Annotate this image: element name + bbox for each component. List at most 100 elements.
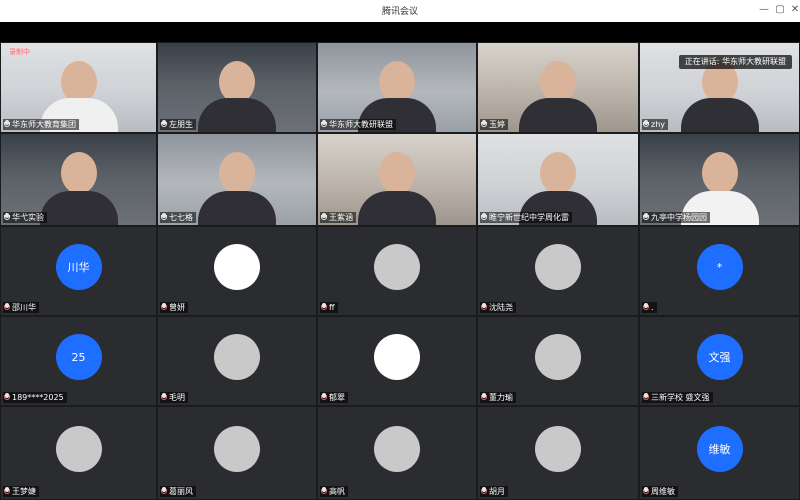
participant-name: 三新学校 盛文强	[642, 392, 713, 403]
participant-tile[interactable]: 左朋生	[158, 43, 316, 132]
mic-icon	[4, 120, 10, 128]
participant-name: zhy	[642, 119, 669, 130]
participant-avatar	[535, 244, 581, 290]
participant-tile[interactable]: *.	[640, 227, 799, 315]
participant-name: 华弋实验	[3, 212, 47, 223]
video-grid: 录制中 华东师大教育集团左朋生 华东师大教研联盟 玉婷 zhy 华弋实验 七七格 王紫涵 睢宁新…	[0, 42, 800, 500]
mic-icon	[643, 213, 649, 221]
mic-icon	[643, 303, 649, 311]
participant-name: 高帆	[320, 486, 348, 497]
participant-avatar: 25	[55, 334, 102, 380]
participant-head-shape	[701, 152, 738, 194]
participant-name-label: 华东师大教研联盟	[329, 120, 393, 129]
participant-name-label: 七七格	[169, 213, 193, 222]
participant-avatar: 文强	[696, 334, 743, 380]
participant-avatar	[535, 334, 581, 380]
participant-name-label: 周维敏	[651, 487, 675, 496]
participant-tile[interactable]: 维敏周维敏	[640, 407, 799, 499]
mic-icon	[4, 213, 10, 221]
mic-icon	[161, 213, 167, 221]
participant-name-label: 邵川华	[12, 303, 36, 312]
mic-icon	[4, 487, 10, 495]
participant-tile[interactable]: 董力瑜	[478, 317, 638, 405]
close-icon[interactable]: ✕	[788, 3, 800, 17]
participant-name: 毛明	[160, 392, 188, 403]
participant-head-shape	[60, 152, 97, 194]
participant-name: 睢宁新世纪中学周化雷	[480, 212, 572, 223]
participant-tile[interactable]: 录制中 华东师大教育集团	[1, 43, 156, 132]
mic-icon	[643, 393, 649, 401]
participant-avatar	[55, 426, 102, 472]
participant-name: 189****2025	[3, 392, 67, 403]
participant-name-label: 董力瑜	[489, 393, 513, 402]
participant-avatar	[214, 334, 260, 380]
participant-head-shape	[60, 61, 97, 103]
participant-tile[interactable]: 华弋实验	[1, 134, 156, 225]
mic-icon	[4, 303, 10, 311]
participant-avatar	[374, 334, 420, 380]
participant-avatar	[214, 426, 260, 472]
mic-icon	[321, 303, 327, 311]
participant-tile[interactable]: 七七格	[158, 134, 316, 225]
restore-icon[interactable]: ▢	[773, 3, 787, 17]
meeting-toolbar	[0, 22, 800, 42]
participant-avatar: 维敏	[696, 426, 743, 472]
participant-name-label: 王紫涵	[329, 213, 353, 222]
mic-icon	[481, 213, 487, 221]
participant-tile[interactable]: 沈陆尧	[478, 227, 638, 315]
participant-name: 七七格	[160, 212, 196, 223]
participant-tile[interactable]: 高帆	[318, 407, 476, 499]
participant-tile[interactable]: 郁翠	[318, 317, 476, 405]
mic-icon	[481, 120, 487, 128]
participant-name-label: .	[651, 303, 654, 312]
mic-icon	[321, 120, 327, 128]
participant-name: 玉婷	[480, 119, 508, 130]
participant-name-label: 高帆	[329, 487, 345, 496]
participant-name: 邵川华	[3, 302, 39, 313]
participant-tile[interactable]: 王梦婕	[1, 407, 156, 499]
participant-tile[interactable]: 玉婷	[478, 43, 638, 132]
participant-name-label: 王梦婕	[12, 487, 36, 496]
participant-tile[interactable]: 葛丽风	[158, 407, 316, 499]
participant-name: .	[642, 302, 657, 313]
participant-avatar: 川华	[55, 244, 102, 290]
participant-head-shape	[379, 152, 415, 194]
mic-icon	[321, 487, 327, 495]
participant-tile[interactable]: 25 189****2025	[1, 317, 156, 405]
participant-head-shape	[219, 152, 255, 194]
participant-name-label: 毛明	[169, 393, 185, 402]
mic-icon	[321, 393, 327, 401]
participant-tile[interactable]: 睢宁新世纪中学周化雷	[478, 134, 638, 225]
participant-tile[interactable]: 九亭中学杨园园	[640, 134, 799, 225]
participant-avatar	[535, 426, 581, 472]
participant-name: 葛丽风	[160, 486, 196, 497]
participant-name-label: 曾妍	[169, 303, 185, 312]
participant-name: 郁翠	[320, 392, 348, 403]
mic-icon	[161, 393, 167, 401]
participant-tile[interactable]: 曾妍	[158, 227, 316, 315]
participant-name-label: 189****2025	[12, 393, 64, 402]
participant-name: 华东师大教育集团	[3, 119, 79, 130]
participant-tile[interactable]: ff	[318, 227, 476, 315]
participant-name-label: 左朋生	[169, 120, 193, 129]
participant-tile[interactable]: 王紫涵	[318, 134, 476, 225]
participant-head-shape	[219, 61, 255, 103]
participant-tile[interactable]: 毛明	[158, 317, 316, 405]
participant-head-shape	[540, 152, 576, 194]
mic-icon	[481, 487, 487, 495]
participant-body-shape	[680, 98, 759, 132]
participant-avatar	[374, 244, 420, 290]
participant-name-label: 郁翠	[329, 393, 345, 402]
mic-icon	[481, 303, 487, 311]
participant-name-label: 玉婷	[489, 120, 505, 129]
mic-icon	[161, 487, 167, 495]
participant-name: 周维敏	[642, 486, 678, 497]
participant-tile[interactable]: 华东师大教研联盟	[318, 43, 476, 132]
participant-name-label: 胡月	[489, 487, 505, 496]
participant-tile[interactable]: 胡月	[478, 407, 638, 499]
participant-tile[interactable]: 文强三新学校 盛文强	[640, 317, 799, 405]
participant-name-label: ff	[329, 303, 335, 312]
minimize-icon[interactable]: —	[757, 3, 771, 17]
participant-name: 董力瑜	[480, 392, 516, 403]
participant-tile[interactable]: 川华邵川华	[1, 227, 156, 315]
